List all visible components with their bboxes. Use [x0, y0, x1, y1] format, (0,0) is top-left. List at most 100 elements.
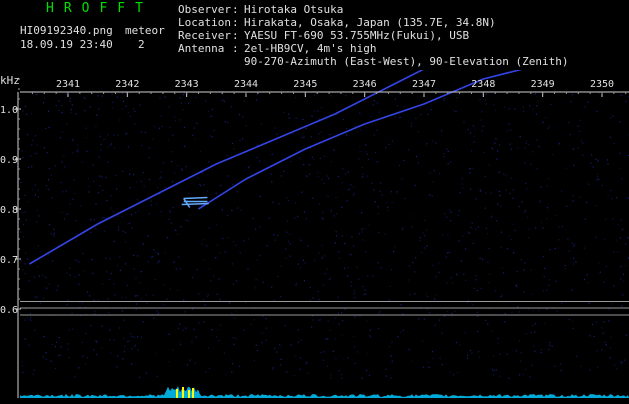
noise-speck — [276, 351, 277, 352]
noise-speck — [225, 121, 226, 122]
noise-speck — [109, 279, 110, 280]
noise-speck — [435, 325, 436, 326]
noise-speck — [330, 377, 331, 378]
noise-speck — [116, 189, 117, 190]
noise-speck — [56, 105, 57, 106]
noise-speck — [125, 241, 126, 242]
noise-speck — [287, 221, 288, 222]
noise-speck — [480, 191, 481, 192]
noise-speck — [525, 147, 526, 148]
filename: HI09192340.png — [20, 24, 113, 37]
noise-speck — [403, 160, 404, 161]
noise-speck — [504, 321, 505, 322]
noise-speck — [546, 218, 547, 219]
noise-speck — [158, 261, 159, 262]
noise-speck — [544, 323, 545, 324]
noise-speck — [93, 349, 94, 350]
noise-speck — [622, 229, 623, 230]
noise-speck — [529, 105, 530, 106]
noise-speck — [354, 297, 355, 298]
noise-speck — [573, 261, 574, 262]
noise-speck — [312, 315, 313, 316]
noise-speck — [216, 336, 217, 337]
noise-speck — [403, 107, 404, 108]
noise-speck — [312, 157, 313, 158]
noise-speck — [517, 306, 518, 307]
noise-speck — [129, 223, 130, 224]
noise-speck — [297, 150, 298, 151]
noise-speck — [143, 172, 144, 173]
noise-speck — [524, 163, 525, 164]
noise-speck — [254, 319, 255, 320]
noise-speck — [538, 101, 539, 102]
noise-speck — [526, 333, 527, 334]
noise-speck — [38, 215, 39, 216]
noise-speck — [86, 128, 87, 129]
noise-speck — [362, 177, 363, 178]
noise-speck — [492, 149, 493, 150]
noise-speck — [49, 224, 50, 225]
noise-speck — [555, 248, 556, 249]
noise-speck — [494, 104, 495, 105]
noise-speck — [326, 269, 327, 270]
noise-speck — [622, 178, 623, 179]
noise-speck — [367, 176, 368, 177]
noise-speck — [321, 132, 322, 133]
noise-speck — [493, 374, 494, 375]
noise-speck — [281, 175, 282, 176]
noise-speck — [189, 360, 190, 361]
noise-speck — [75, 260, 76, 261]
noise-speck — [183, 330, 184, 331]
noise-speck — [255, 287, 256, 288]
noise-speck — [43, 298, 44, 299]
noise-speck — [289, 118, 290, 119]
noise-speck — [180, 226, 181, 227]
noise-speck — [350, 184, 351, 185]
noise-speck — [597, 174, 598, 175]
noise-speck — [527, 217, 528, 218]
noise-speck — [625, 265, 626, 266]
noise-speck — [489, 274, 490, 275]
noise-speck — [30, 313, 31, 314]
noise-speck — [263, 282, 264, 283]
noise-speck — [500, 354, 501, 355]
noise-speck — [408, 149, 409, 150]
noise-speck — [302, 137, 303, 138]
noise-speck — [458, 214, 459, 215]
noise-speck — [474, 128, 475, 129]
noise-speck — [232, 363, 233, 364]
noise-speck — [79, 284, 80, 285]
noise-speck — [485, 192, 486, 193]
noise-speck — [341, 312, 342, 313]
noise-speck — [523, 107, 524, 108]
noise-speck — [357, 351, 358, 352]
noise-speck — [74, 276, 75, 277]
observer-key: Observer — [178, 3, 231, 16]
noise-speck — [116, 366, 117, 367]
noise-speck — [257, 157, 258, 158]
noise-speck — [29, 280, 30, 281]
noise-speck — [278, 276, 279, 277]
noise-speck — [473, 141, 474, 142]
noise-speck — [535, 227, 536, 228]
noise-speck — [157, 253, 158, 254]
noise-speck — [545, 117, 546, 118]
noise-speck — [462, 184, 463, 185]
noise-speck — [544, 276, 545, 277]
noise-speck — [285, 258, 286, 259]
noise-speck — [38, 246, 39, 247]
noise-speck — [536, 140, 537, 141]
noise-speck — [597, 161, 598, 162]
noise-speck — [485, 208, 486, 209]
noise-speck — [185, 166, 186, 167]
noise-speck — [346, 133, 347, 134]
noise-speck — [63, 155, 64, 156]
noise-speck — [172, 135, 173, 136]
noise-speck — [447, 252, 448, 253]
noise-speck — [320, 158, 321, 159]
noise-speck — [164, 305, 165, 306]
noise-speck — [519, 311, 520, 312]
amplitude-trace — [20, 386, 629, 398]
noise-speck — [212, 329, 213, 330]
noise-speck — [511, 149, 512, 150]
